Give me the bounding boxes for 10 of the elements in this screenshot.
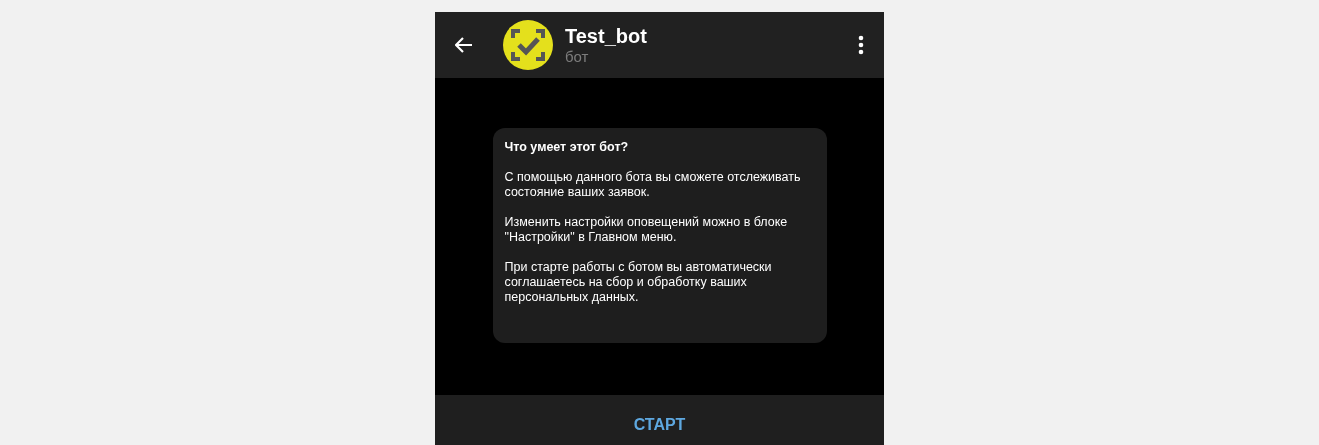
card-heading: Что умеет этот бот? (504, 140, 630, 155)
card-paragraph: При старте работы с ботом вы автоматически соглашаетесь на сбор и обработку ваших персональных данных. (504, 260, 773, 305)
more-icon[interactable] (858, 35, 864, 55)
chat-title: Test_bot (565, 24, 648, 48)
card-paragraph: Изменить настройки оповещений можно в блоке "Настройки" в Главном меню. (504, 215, 789, 245)
card-paragraph: С помощью данного бота вы сможете отслеживать состояние ваших заявок. (504, 170, 802, 200)
back-icon[interactable] (455, 37, 473, 53)
avatar-icon[interactable] (503, 20, 553, 70)
start-button[interactable]: СТАРТ (435, 395, 884, 445)
chat-subtitle: бот (565, 48, 590, 66)
